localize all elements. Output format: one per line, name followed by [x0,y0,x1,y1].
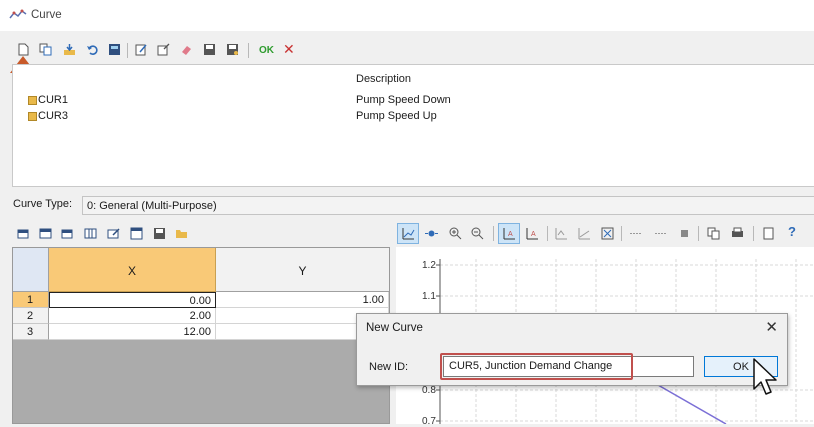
cell-x[interactable]: 12.00 [49,324,216,340]
curve-name: CUR1 [38,94,68,106]
window-title: Curve [31,9,62,21]
import-icon[interactable] [63,43,76,56]
curve-list: Description CUR1 Pump Speed Down CUR3 Pu… [12,64,814,187]
rename-icon[interactable] [157,43,170,56]
column-header-y[interactable]: Y [216,248,389,292]
grid-open-folder-icon[interactable] [175,227,188,240]
grid-save-icon[interactable] [153,227,166,240]
chart-up-icon[interactable] [555,227,568,240]
new-curve-dialog: New Curve ✕ New ID: CUR5, Junction Deman… [356,313,788,386]
curve-item-icon [28,96,37,105]
chart-prev-icon[interactable] [629,227,642,240]
y-tick-label: 1.1 [422,291,436,302]
toolbar-separator [621,226,622,241]
grid-insert-icon[interactable] [39,227,52,240]
cell-y[interactable]: 1.00 [216,292,389,308]
copy-icon[interactable] [39,43,52,56]
toolbar-separator [248,43,249,58]
grid-columns-icon[interactable] [84,227,97,240]
description-column-header: Description [356,73,412,85]
chart-fit-icon[interactable] [601,227,614,240]
y-tick-label: 1.2 [422,260,436,271]
curve-type-label: Curve Type: [13,198,73,210]
row-header[interactable]: 3 [13,324,49,340]
cancel-icon[interactable]: ✕ [283,41,295,58]
erase-icon[interactable] [180,43,193,56]
toolbar-separator [547,226,548,241]
chart-copy-icon[interactable] [707,227,720,240]
curve-name: CUR3 [38,110,68,122]
dialog-title: New Curve [366,322,423,334]
new-id-label: New ID: [369,361,409,373]
curve-description: Pump Speed Down [356,94,451,106]
toolbar-separator [698,226,699,241]
grid-add-row-icon[interactable] [17,227,30,240]
curve-app-icon [9,9,27,19]
zoom-in-icon[interactable] [449,227,462,240]
curve-item-icon [28,112,37,121]
chart-axis-y-icon[interactable]: A [526,227,539,240]
cell-x[interactable]: 2.00 [49,308,216,324]
save-as-icon[interactable] [226,43,239,56]
cell-x[interactable]: 0.00 [49,292,216,308]
toolbar-separator [753,226,754,241]
main-toolbar: OK ✕ [0,31,814,64]
y-tick-label: 0.7 [422,416,436,424]
row-header[interactable]: 1 [13,292,49,308]
chart-stop-icon[interactable] [678,227,691,240]
mouse-cursor-icon [753,358,777,395]
svg-text:A: A [531,231,536,238]
grid-corner[interactable] [13,248,49,292]
toolbar-separator [493,226,494,241]
close-icon[interactable]: ✕ [765,318,778,336]
zoom-out-icon[interactable] [471,227,484,240]
toolbar-separator [127,43,128,58]
edit-icon[interactable] [135,43,148,56]
grid-table-icon[interactable] [130,227,143,240]
y-tick-label: 0.8 [422,385,436,396]
chart-pan-icon[interactable] [425,227,438,240]
help-icon[interactable]: ? [788,224,796,239]
chart-axis-x-icon[interactable]: A [503,227,516,240]
save-icon[interactable] [203,43,216,56]
title-bar: Curve [0,0,814,31]
svg-text:A: A [508,231,513,238]
grid-edit-icon[interactable] [107,227,120,240]
undo-icon[interactable] [86,43,99,56]
curve-type-field[interactable]: 0: General (Multi-Purpose) [82,196,814,215]
row-header[interactable]: 2 [13,308,49,324]
chart-line-icon[interactable] [402,227,415,240]
grid-delete-icon[interactable] [61,227,74,240]
chart-next-icon[interactable] [654,227,667,240]
ok-icon[interactable]: OK [259,45,274,56]
chart-page-icon[interactable] [762,227,775,240]
curve-description: Pump Speed Up [356,110,437,122]
curve-data-grid: X Y 1 0.00 1.00 2 2.00 3 12.00 [12,247,390,424]
annotation-highlight-box [440,353,633,380]
chart-trend-icon[interactable] [578,227,591,240]
curve-line [650,380,727,425]
print-icon[interactable] [731,227,744,240]
column-header-x[interactable]: X [49,248,216,292]
calc-icon[interactable] [108,43,121,56]
